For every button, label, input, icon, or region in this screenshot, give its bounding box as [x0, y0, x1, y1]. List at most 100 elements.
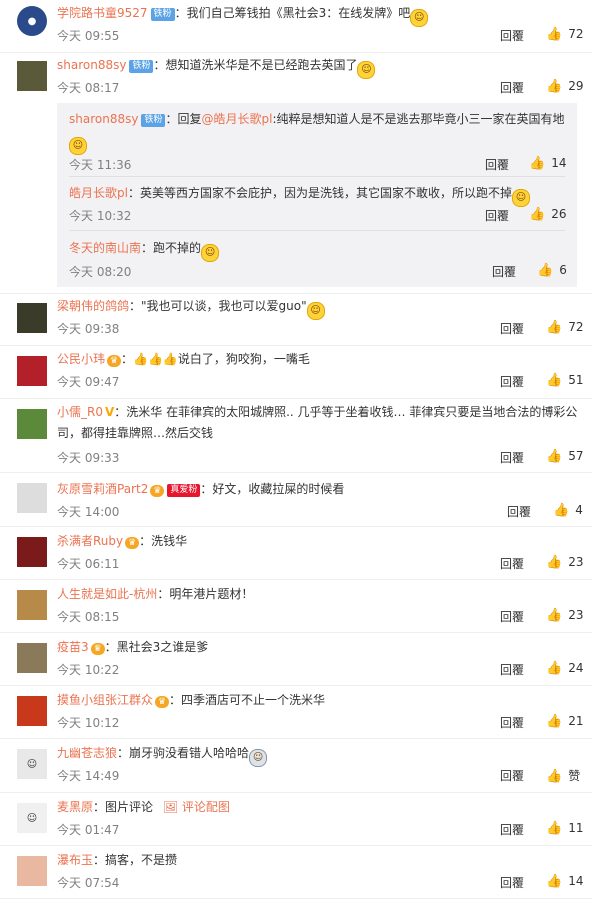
thumbs-up-icon: 👍 [546, 27, 563, 42]
username[interactable]: sharon88sy [69, 112, 138, 126]
reply-item: sharon88sy 铁粉 ：回复@皓月长歌pl:纯粹是想知道人是不是逃去那毕竟小三… [57, 103, 577, 173]
timestamp: 今天 10:12 [57, 716, 120, 730]
username[interactable]: 麦黑原 [57, 800, 93, 814]
image-icon: 🖼 [162, 800, 179, 814]
like-button[interactable]: 👍 29 [546, 79, 583, 94]
username[interactable]: 杀满者Ruby [57, 534, 123, 548]
username[interactable]: sharon88sy [57, 58, 126, 72]
like-button[interactable]: 👍 51 [546, 373, 583, 388]
like-button[interactable]: 👍 23 [546, 608, 583, 623]
like-button[interactable]: 👍 21 [546, 714, 583, 729]
username[interactable]: 疫苗3 [57, 640, 89, 654]
username[interactable]: 小儒_R0 [57, 405, 103, 419]
comment-text: ：我们自己筹钱拍《黑社会3：在线发牌》吧 [174, 6, 411, 20]
timestamp: 今天 11:36 [69, 158, 132, 172]
like-count: 赞 [568, 769, 581, 783]
comment-item: 梁朝伟的鸽鸽："我也可以谈，我也可以爱guo" ☺ 今天 09:38 回覆 👍 72 [0, 293, 592, 346]
like-count: 14 [568, 874, 584, 888]
mention-link[interactable]: @皓月长歌pl [201, 112, 272, 126]
reply-button[interactable]: 回覆 [500, 555, 524, 572]
thumbs-up-emoji: 👍👍👍 [133, 352, 178, 366]
reply-button[interactable]: 回覆 [500, 608, 524, 625]
timestamp: 今天 10:22 [57, 663, 120, 677]
reply-button[interactable]: 回覆 [492, 263, 516, 280]
comment-item: 小儒_R0 V：洗米华 在菲律宾的太阳城牌照.. 几乎等于坐着收钱… 菲律宾只要是… [0, 399, 592, 473]
avatar[interactable] [17, 356, 47, 386]
like-count: 4 [575, 503, 583, 517]
reply-button[interactable]: 回覆 [500, 373, 524, 390]
username[interactable]: 冬天的南山南 [69, 241, 141, 255]
comment-text: ：黑社会3之谁是爹 [104, 640, 209, 654]
reply-button[interactable]: 回覆 [500, 320, 524, 337]
avatar[interactable]: ☺ [17, 803, 47, 833]
like-button[interactable]: 👍 6 [537, 263, 567, 278]
avatar[interactable] [17, 696, 47, 726]
avatar[interactable] [17, 590, 47, 620]
comment-item: ☺ 麦黑原：图片评论 🖼 评论配图 今天 01:47 回覆 👍 11 [0, 793, 592, 846]
reply-button[interactable]: 回覆 [485, 156, 509, 173]
reply-button[interactable]: 回覆 [485, 207, 509, 224]
username[interactable]: 九幽苍志狼 [57, 746, 117, 760]
like-button[interactable]: 👍 14 [529, 156, 566, 171]
thumbs-up-icon: 👍 [537, 263, 554, 278]
thumbs-up-icon: 👍 [546, 320, 563, 335]
reply-text: ：英美等西方国家不会庇护，因为是洗钱，其它国家不敢收，所以跑不掉 [127, 186, 512, 200]
username[interactable]: 皓月长歌pl [69, 186, 128, 200]
reply-button[interactable]: 回覆 [500, 79, 524, 96]
thumbs-up-icon: 👍 [546, 714, 563, 729]
like-button[interactable]: 👍 14 [546, 874, 583, 889]
timestamp: 今天 10:32 [69, 209, 132, 223]
username[interactable]: 灰原雪莉酒Part2 [57, 482, 148, 496]
like-button[interactable]: 👍 72 [546, 320, 583, 335]
reply-button[interactable]: 回覆 [500, 449, 524, 466]
fan-badge: 铁粉 [129, 60, 154, 73]
avatar[interactable] [17, 409, 47, 439]
reply-button[interactable]: 回覆 [500, 874, 524, 891]
like-button[interactable]: 👍 72 [546, 27, 583, 42]
like-button[interactable]: 👍 26 [529, 207, 566, 222]
reply-button[interactable]: 回覆 [500, 821, 524, 838]
like-button[interactable]: 👍 57 [546, 449, 583, 464]
comment-text: ：好文，收藏拉屎的时候看 [200, 482, 345, 496]
like-button[interactable]: 👍 23 [546, 555, 583, 570]
username[interactable]: 公民小玮 [57, 352, 105, 366]
username[interactable]: 梁朝伟的鸽鸽 [57, 299, 129, 313]
reply-button[interactable]: 回覆 [500, 661, 524, 678]
avatar[interactable] [17, 856, 47, 886]
comment-text: ：图片评论 [93, 800, 154, 814]
timestamp: 今天 08:17 [57, 81, 120, 95]
reply-button[interactable]: 回覆 [500, 767, 524, 784]
comment-item: 摸鱼小组张江群众 ♛ ：四季酒店可不止一个洗米华 今天 10:12 回覆 👍 21 [0, 686, 592, 739]
like-button[interactable]: 👍 11 [546, 821, 583, 836]
reply-button[interactable]: 回覆 [500, 27, 524, 44]
username[interactable]: 瀑布玉 [57, 853, 93, 867]
username[interactable]: 摸鱼小组张江群众 [57, 693, 153, 707]
username[interactable]: 学院路书童9527 [57, 6, 148, 20]
image-comment-link[interactable]: 🖼 评论配图 [163, 800, 230, 814]
avatar[interactable] [17, 303, 47, 333]
emoji-icon: ☺ [201, 244, 220, 262]
reply-text: :纯粹是想知道人是不是逃去那毕竟小三一家在英国有地 [272, 112, 565, 126]
verified-icon: V [104, 405, 115, 419]
comment-text: ：洗钱华 [139, 534, 188, 548]
avatar[interactable]: ● [17, 6, 47, 36]
reply-button[interactable]: 回覆 [507, 503, 531, 520]
comment-item: 瀑布玉：搞客，不是攒 今天 07:54 回覆 👍 14 [0, 846, 592, 899]
reply-button[interactable]: 回覆 [500, 714, 524, 731]
like-button[interactable]: 👍 赞 [546, 767, 580, 784]
comment-item: ● 学院路书童9527 铁粉 ：我们自己筹钱拍《黑社会3：在线发牌》吧 ☺ 今天 09… [0, 0, 592, 53]
like-button[interactable]: 👍 24 [546, 661, 583, 676]
username[interactable]: 人生就是如此-杭州 [57, 587, 157, 601]
avatar[interactable]: ☺ [17, 749, 47, 779]
like-button[interactable]: 👍 4 [553, 503, 583, 518]
vip-icon: ♛ [125, 537, 140, 549]
fan-badge: 真爱粉 [167, 484, 201, 497]
like-count: 23 [568, 608, 584, 622]
avatar[interactable] [17, 643, 47, 673]
thumbs-up-icon: 👍 [546, 79, 563, 94]
avatar[interactable] [17, 61, 47, 91]
comment-item: 灰原雪莉酒Part2 ♛ 真爱粉 ：好文，收藏拉屎的时候看 今天 14:00 回覆 👍… [0, 473, 592, 527]
like-count: 23 [568, 555, 584, 569]
avatar[interactable] [17, 537, 47, 567]
avatar[interactable] [17, 483, 47, 513]
